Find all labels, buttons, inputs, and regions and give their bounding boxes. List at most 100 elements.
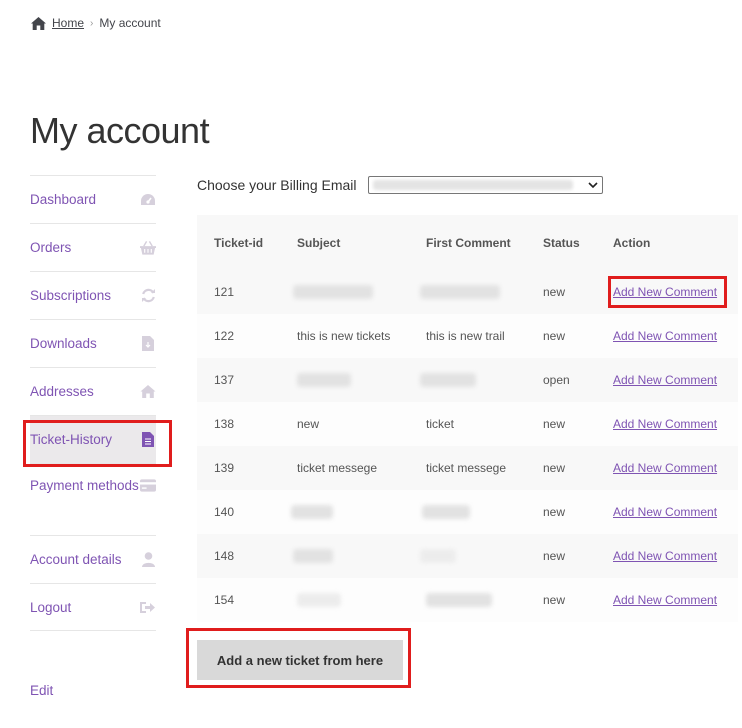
breadcrumb-separator: › bbox=[90, 17, 94, 29]
table-row: 148 new Add New Comment bbox=[197, 534, 738, 578]
ticket-action: Add New Comment bbox=[596, 578, 738, 622]
nav-item-label: Orders bbox=[30, 240, 72, 255]
table-header-row: Ticket-id Subject First Comment Status A… bbox=[197, 215, 738, 270]
add-new-comment-link[interactable]: Add New Comment bbox=[613, 329, 717, 343]
ticket-status: new bbox=[526, 446, 596, 490]
page-title: My account bbox=[30, 110, 210, 151]
table-row: 154 new Add New Comment bbox=[197, 578, 738, 622]
account-navigation: Dashboard Orders Subscriptions Downloads… bbox=[30, 175, 156, 631]
nav-item-label: Ticket-History bbox=[30, 432, 113, 447]
ticket-id: 154 bbox=[197, 578, 280, 622]
ticket-status: new bbox=[526, 534, 596, 578]
nav-item-orders[interactable]: Orders bbox=[30, 223, 156, 271]
nav-item-ticket-history[interactable]: Ticket-History bbox=[30, 415, 156, 463]
ticket-subject: this is new tickets bbox=[280, 314, 409, 358]
nav-item-label: Account details bbox=[30, 552, 122, 567]
ticket-subject bbox=[280, 578, 409, 622]
ticket-status: new bbox=[526, 578, 596, 622]
ticket-action: Add New Comment bbox=[596, 314, 738, 358]
ticket-first-comment: ticket messege bbox=[409, 446, 526, 490]
ticket-action: Add New Comment bbox=[596, 402, 738, 446]
file-text-icon bbox=[140, 432, 156, 448]
edit-link[interactable]: Edit bbox=[30, 683, 53, 698]
ticket-first-comment: this is new trail bbox=[409, 314, 526, 358]
nav-item-addresses[interactable]: Addresses bbox=[30, 367, 156, 415]
billing-email-row: Choose your Billing Email bbox=[197, 176, 603, 194]
nav-item-label: Subscriptions bbox=[30, 288, 112, 303]
add-new-ticket-button[interactable]: Add a new ticket from here bbox=[197, 640, 403, 680]
ticket-id: 137 bbox=[197, 358, 280, 402]
ticket-action: Add New Comment bbox=[596, 490, 738, 534]
ticket-subject: new bbox=[280, 402, 409, 446]
nav-item-account-details[interactable]: Account details bbox=[30, 535, 156, 583]
ticket-history-table: Ticket-id Subject First Comment Status A… bbox=[197, 215, 738, 622]
sign-out-icon bbox=[140, 599, 156, 615]
ticket-first-comment bbox=[409, 358, 526, 402]
ticket-status: new bbox=[526, 314, 596, 358]
basket-icon bbox=[140, 240, 156, 256]
nav-item-label: Dashboard bbox=[30, 192, 97, 207]
credit-card-icon bbox=[140, 477, 156, 493]
table-row: 122 this is new tickets this is new trai… bbox=[197, 314, 738, 358]
breadcrumb: Home › My account bbox=[31, 16, 161, 30]
add-new-comment-link[interactable]: Add New Comment bbox=[613, 417, 717, 431]
add-new-comment-link[interactable]: Add New Comment bbox=[613, 505, 717, 519]
add-new-comment-link[interactable]: Add New Comment bbox=[613, 285, 717, 299]
ticket-first-comment bbox=[409, 270, 526, 314]
nav-item-label: Logout bbox=[30, 599, 72, 615]
add-new-comment-link[interactable]: Add New Comment bbox=[613, 593, 717, 607]
ticket-subject: ticket messege bbox=[280, 446, 409, 490]
table-row: 140 new Add New Comment bbox=[197, 490, 738, 534]
table-row: 139 ticket messege ticket messege new Ad… bbox=[197, 446, 738, 490]
nav-item-subscriptions[interactable]: Subscriptions bbox=[30, 271, 156, 319]
nav-item-label: Payment methods bbox=[30, 478, 139, 493]
table-row: 138 new ticket new Add New Comment bbox=[197, 402, 738, 446]
home-icon bbox=[31, 16, 46, 30]
ticket-action: Add New Comment bbox=[596, 358, 738, 402]
ticket-subject bbox=[280, 490, 409, 534]
nav-item-payment-methods[interactable]: Payment methods bbox=[30, 463, 156, 535]
column-header-subject: Subject bbox=[280, 215, 409, 270]
add-new-comment-link[interactable]: Add New Comment bbox=[613, 373, 717, 387]
ticket-status: new bbox=[526, 490, 596, 534]
billing-email-label: Choose your Billing Email bbox=[197, 177, 357, 193]
ticket-subject bbox=[280, 358, 409, 402]
column-header-status: Status bbox=[526, 215, 596, 270]
ticket-id: 138 bbox=[197, 402, 280, 446]
ticket-first-comment bbox=[409, 534, 526, 578]
table-row: 121 new Add New Comment bbox=[197, 270, 738, 314]
ticket-id: 122 bbox=[197, 314, 280, 358]
ticket-subject bbox=[280, 534, 409, 578]
chevron-down-icon bbox=[587, 182, 598, 189]
ticket-first-comment bbox=[409, 490, 526, 534]
nav-item-logout[interactable]: Logout bbox=[30, 583, 156, 631]
ticket-first-comment: ticket bbox=[409, 402, 526, 446]
breadcrumb-home-link[interactable]: Home bbox=[52, 16, 84, 30]
home-icon bbox=[140, 384, 156, 400]
add-new-comment-link[interactable]: Add New Comment bbox=[613, 461, 717, 475]
ticket-status: new bbox=[526, 270, 596, 314]
nav-item-label: Addresses bbox=[30, 384, 94, 399]
ticket-id: 121 bbox=[197, 270, 280, 314]
ticket-subject bbox=[280, 270, 409, 314]
billing-email-select[interactable] bbox=[367, 176, 603, 194]
column-header-ticket-id: Ticket-id bbox=[197, 215, 280, 270]
ticket-status: open bbox=[526, 358, 596, 402]
ticket-id: 148 bbox=[197, 534, 280, 578]
nav-item-label: Downloads bbox=[30, 336, 97, 351]
breadcrumb-current: My account bbox=[99, 16, 161, 30]
ticket-id: 140 bbox=[197, 490, 280, 534]
column-header-action: Action bbox=[596, 215, 738, 270]
column-header-first-comment: First Comment bbox=[409, 215, 526, 270]
nav-item-downloads[interactable]: Downloads bbox=[30, 319, 156, 367]
dashboard-icon bbox=[140, 192, 156, 208]
ticket-status: new bbox=[526, 402, 596, 446]
ticket-action: Add New Comment bbox=[596, 270, 738, 314]
refresh-icon bbox=[140, 288, 156, 304]
billing-email-value bbox=[372, 180, 573, 190]
nav-item-dashboard[interactable]: Dashboard bbox=[30, 175, 156, 223]
table-row: 137 open Add New Comment bbox=[197, 358, 738, 402]
user-icon bbox=[140, 552, 156, 568]
add-new-comment-link[interactable]: Add New Comment bbox=[613, 549, 717, 563]
ticket-action: Add New Comment bbox=[596, 446, 738, 490]
